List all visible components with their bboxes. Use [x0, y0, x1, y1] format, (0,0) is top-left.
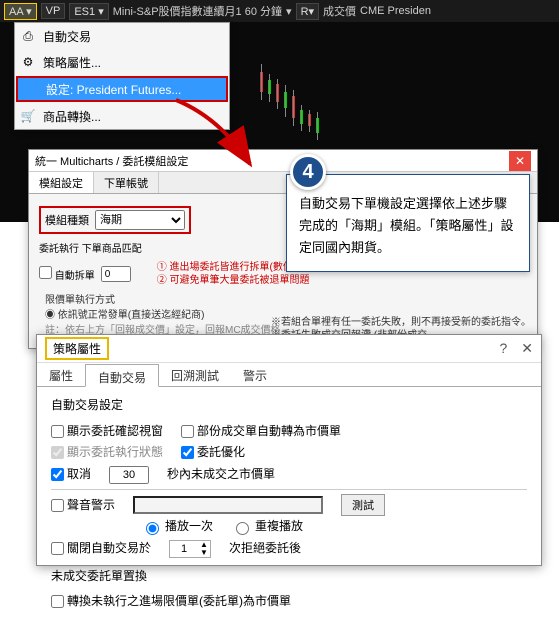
ck-priority[interactable]: 委託優化	[181, 442, 245, 464]
limit-order-title: 限價單執行方式	[45, 293, 527, 308]
ck-show-exec[interactable]: 顯示委託執行狀態	[51, 442, 163, 464]
ck-convert-limit[interactable]: 轉換未執行之進場限價單(委託單)為市價單	[51, 591, 291, 613]
module-type-label: 模組種類	[45, 212, 89, 228]
tab-order-account[interactable]: 下單帳號	[94, 172, 159, 193]
auto-trade-section: 自動交易設定	[51, 395, 527, 417]
top-toolbar: AA ▾ VP ES1 ▾ Mini-S&P股價指數連續月1 60 分鐘 ▾ R…	[0, 0, 559, 22]
gear-icon: ⚙	[19, 55, 37, 69]
ctx-auto-trade[interactable]: ⎙自動交易	[15, 23, 229, 49]
guide-arrow	[170, 98, 270, 178]
close-icon[interactable]: ✕	[509, 151, 531, 171]
step-badge: 4	[290, 154, 326, 190]
tab-auto-trade[interactable]: 自動交易	[85, 364, 159, 387]
sound-path-input[interactable]	[133, 496, 323, 514]
vp-button[interactable]: VP	[41, 3, 66, 19]
ck-show-confirm[interactable]: 顯示委託確認視窗	[51, 421, 163, 443]
cancel-suffix: 秒內未成交之市價單	[167, 464, 275, 486]
auto-split-checkbox[interactable]: 自動拆單	[39, 266, 95, 282]
cme-label: CME Presiden	[360, 5, 431, 17]
strategy-properties-dialog: 策略屬性 ? ✕ 屬性 自動交易 回溯測試 警示 自動交易設定 顯示委託確認視窗…	[36, 334, 542, 566]
module-type-select[interactable]: 海期	[95, 210, 185, 230]
callout-text: 自動交易下單機設定選擇依上述步驟完成的「海期」模組。「策略屬性」設定同國內期貨。	[286, 174, 530, 272]
dropdown-icon[interactable]: ▾	[286, 5, 292, 18]
es1-button[interactable]: ES1 ▾	[69, 3, 108, 20]
close-icon[interactable]: ✕	[521, 340, 533, 357]
rd-play-once[interactable]: 播放一次	[141, 516, 213, 538]
auto-trade-icon: ⎙	[19, 29, 37, 44]
aa-button[interactable]: AA ▾	[4, 3, 37, 20]
turnoff-suffix: 次拒絕委託後	[229, 538, 301, 560]
ck-sound[interactable]: 聲音警示	[51, 495, 115, 517]
tab-backtest[interactable]: 回溯測試	[159, 363, 231, 386]
ck-turnoff-after[interactable]: 關閉自動交易於	[51, 538, 151, 560]
tab-alert[interactable]: 警示	[231, 363, 279, 386]
r-button[interactable]: R▾	[296, 3, 319, 20]
turnoff-count-spinner[interactable]: ▲▼	[169, 540, 211, 558]
tab-properties[interactable]: 屬性	[37, 363, 85, 386]
instrument-label: Mini-S&P股價指數連續月1 60 分鐘	[113, 3, 282, 19]
test-sound-button[interactable]: 測試	[341, 494, 385, 516]
price-label: 成交價	[323, 3, 356, 19]
unfilled-section: 未成交委託單置換	[51, 566, 527, 588]
dialog2-title: 策略屬性	[45, 337, 109, 360]
cancel-seconds-input[interactable]	[109, 466, 149, 484]
ck-cancel[interactable]: 取消	[51, 464, 91, 486]
help-icon[interactable]: ?	[499, 340, 507, 357]
dialog-title: 統一 Multicharts / 委託模組設定	[35, 153, 188, 169]
auto-split-input[interactable]	[101, 266, 131, 282]
cart-icon: 🛒	[19, 109, 37, 123]
step-callout: 4 自動交易下單機設定選擇依上述步驟完成的「海期」模組。「策略屬性」設定同國內期…	[286, 172, 530, 272]
ctx-strategy-props[interactable]: ⚙策略屬性...	[15, 49, 229, 75]
ck-partial-mkt[interactable]: 部份成交單自動轉為市價單	[181, 421, 341, 443]
tab-module-settings[interactable]: 模組設定	[29, 172, 94, 193]
rd-repeat[interactable]: 重複播放	[231, 516, 303, 538]
